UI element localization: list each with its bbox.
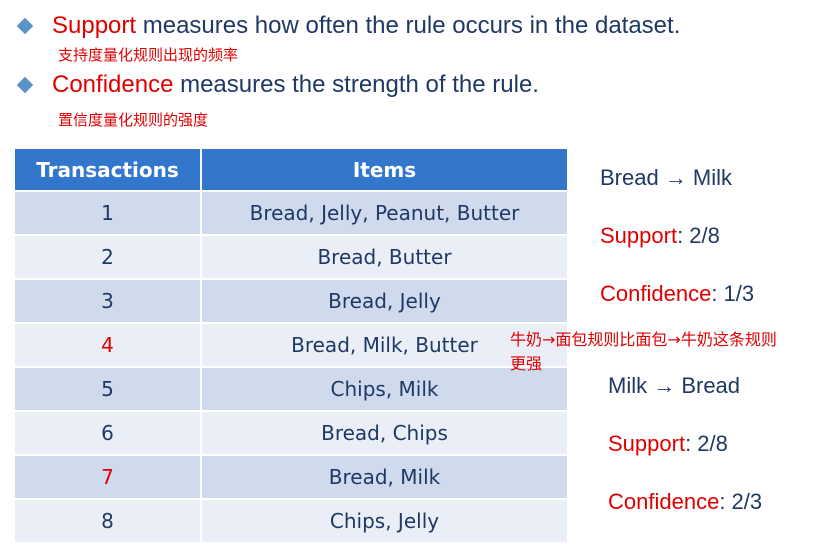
items-cell: Bread, Milk <box>201 454 567 499</box>
rule2-confidence: Confidence: 2/3 <box>608 489 762 515</box>
transaction-id-cell: 7 <box>15 454 202 499</box>
support-text: measures how often the rule occurs in th… <box>136 12 681 39</box>
transaction-id-cell: 8 <box>15 498 202 542</box>
table-row: 4 Bread, Milk, Butter <box>15 322 567 367</box>
transactions-table: Transactions Items 1 Bread, Jelly, Peanut… <box>15 149 567 542</box>
table-row: 1 Bread, Jelly, Peanut, Butter <box>15 190 567 235</box>
table-row: 6 Bread, Chips <box>15 410 567 455</box>
header-transactions: Transactions <box>15 149 202 191</box>
transaction-id-cell: 3 <box>15 278 202 323</box>
bullet-confidence: Confidence measures the strength of the … <box>16 71 539 99</box>
table-row: 8 Chips, Jelly <box>15 498 567 542</box>
rule2-support-value: : 2/8 <box>685 431 728 456</box>
items-cell: Bread, Butter <box>201 234 567 279</box>
rule2-title: Milk → Bread <box>608 373 741 398</box>
confidence-text: measures the strength of the rule. <box>173 71 539 98</box>
confidence-note: 置信度量化规则的强度 <box>58 111 209 129</box>
rule1-confidence-label: Confidence <box>600 281 712 306</box>
rule2-support: Support: 2/8 <box>608 431 728 457</box>
comparison-note-line2: 更强 <box>510 354 543 373</box>
items-cell: Bread, Jelly, Peanut, Butter <box>201 190 567 235</box>
diamond-bullet-icon <box>16 17 34 35</box>
support-term: Support <box>52 12 137 39</box>
rule1-confidence: Confidence: 1/3 <box>600 281 754 307</box>
table-row: 7 Bread, Milk <box>15 454 567 499</box>
comparison-note-line1: 牛奶→面包规则比面包→牛奶这条规则 <box>510 330 777 349</box>
table-row: 3 Bread, Jelly <box>15 278 567 323</box>
items-cell: Bread, Chips <box>201 410 567 455</box>
transaction-id-cell: 4 <box>15 322 202 367</box>
bullet-support: Support measures how often the rule occu… <box>16 12 680 40</box>
confidence-term: Confidence <box>52 71 174 98</box>
rule1-support: Support: 2/8 <box>600 223 720 249</box>
transaction-id-cell: 1 <box>15 190 202 235</box>
rule1-confidence-value: : 1/3 <box>711 281 755 306</box>
rule1-title: Bread → Milk <box>600 165 733 190</box>
rule1-support-value: : 2/8 <box>677 223 720 248</box>
table-body: 1 Bread, Jelly, Peanut, Butter 2 Bread, But… <box>15 190 567 542</box>
transaction-id-cell: 6 <box>15 410 202 455</box>
table-row: 5 Chips, Milk <box>15 366 567 411</box>
confidence-definition: Confidence measures the strength of the … <box>52 71 539 99</box>
support-definition: Support measures how often the rule occu… <box>52 12 680 40</box>
table-header-row: Transactions Items <box>15 149 567 191</box>
support-note: 支持度量化规则出现的频率 <box>58 46 239 64</box>
transaction-id-cell: 5 <box>15 366 202 411</box>
rule1-support-label: Support <box>600 223 678 248</box>
rule2-confidence-label: Confidence <box>608 489 720 514</box>
transaction-id-cell: 2 <box>15 234 202 279</box>
rule2-support-label: Support <box>608 431 686 456</box>
table-row: 2 Bread, Butter <box>15 234 567 279</box>
diamond-bullet-icon <box>16 76 34 94</box>
rule2-confidence-value: : 2/3 <box>719 489 763 514</box>
items-cell: Bread, Jelly <box>201 278 567 323</box>
items-cell: Chips, Jelly <box>201 498 567 542</box>
header-items: Items <box>201 149 567 191</box>
